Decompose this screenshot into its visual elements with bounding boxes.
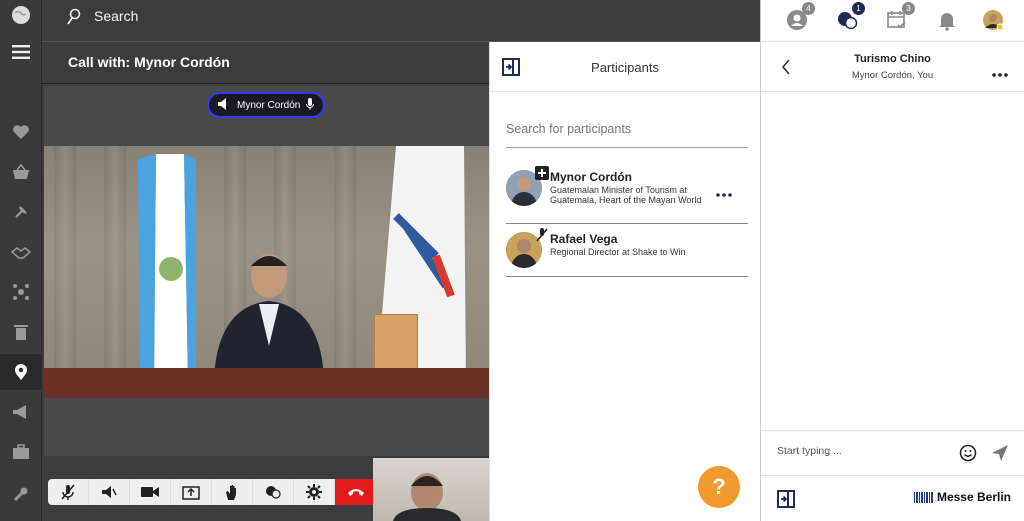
briefcase-icon[interactable] [0, 434, 42, 470]
speaker-person-image [214, 254, 324, 376]
chat-button[interactable] [253, 479, 294, 505]
search-input[interactable]: Search [94, 8, 138, 24]
mute-microphone-button[interactable] [48, 479, 89, 505]
participants-title: Participants [591, 60, 659, 75]
chat-count-badge: 1 [852, 2, 865, 15]
self-view-video [373, 458, 489, 521]
search-icon[interactable] [66, 8, 82, 31]
network-icon[interactable] [0, 274, 42, 310]
chat-subtitle: Mynor Cordón, You [851, 70, 934, 81]
location-icon[interactable] [0, 354, 42, 390]
desk-image [44, 368, 489, 398]
contacts-icon[interactable]: 4 [783, 2, 815, 34]
chat-compose: Start typing ... [761, 430, 1024, 475]
camera-button[interactable] [130, 479, 171, 505]
participant-role: Guatemalan Minister of Tourism at Guatem… [550, 185, 702, 205]
share-screen-button[interactable] [171, 479, 212, 505]
brand-logo: Messe Berlin [913, 490, 1011, 504]
chat-header: Turismo Chino Mynor Cordón, You [761, 42, 1024, 92]
call-title: Call with: Mynor Cordón [68, 54, 230, 70]
participants-search-input[interactable]: Search for participants [506, 118, 748, 148]
muted-microphone-icon [535, 228, 549, 242]
raise-hand-button[interactable] [212, 479, 253, 505]
emoji-icon[interactable] [959, 444, 977, 467]
speaker-button[interactable] [89, 479, 130, 505]
participant-name: Mynor Cordón [550, 170, 632, 184]
brand-name: Messe Berlin [936, 490, 1011, 504]
basket-icon[interactable] [0, 154, 42, 190]
more-options-icon[interactable] [716, 184, 732, 202]
message-input[interactable]: Start typing ... [777, 445, 842, 457]
send-icon[interactable] [991, 444, 1009, 467]
notifications-bar: 4 1 3 [760, 0, 1024, 42]
active-speaker-name: Mynor Cordón [237, 99, 301, 111]
megaphone-icon[interactable] [0, 394, 42, 430]
brand-bars-icon [913, 491, 933, 503]
chat-title: Turismo Chino [854, 53, 931, 65]
participant-row[interactable]: Rafael Vega Regional Director at Shake t… [506, 224, 748, 277]
microphone-icon [306, 97, 315, 113]
participants-header: Participants [490, 42, 760, 92]
participant-name: Rafael Vega [550, 232, 618, 246]
settings-button[interactable] [294, 479, 335, 505]
collapse-panel-icon[interactable] [777, 490, 795, 513]
top-search-bar: Search [42, 0, 760, 42]
flag-image [138, 154, 196, 384]
hang-up-button[interactable] [335, 479, 376, 505]
heart-icon[interactable] [0, 114, 42, 150]
user-avatar[interactable] [979, 6, 1007, 34]
chat-panel: Turismo Chino Mynor Cordón, You Start ty… [760, 42, 1024, 521]
participant-row[interactable]: Mynor Cordón Guatemalan Minister of Tour… [506, 162, 748, 224]
call-controls-bar [44, 458, 489, 521]
chat-footer: Messe Berlin [761, 475, 1024, 521]
video-scene [44, 146, 489, 398]
call-header: Call with: Mynor Cordón [42, 42, 489, 84]
more-options-icon[interactable] [992, 64, 1008, 82]
main-video: Mynor Cordón [44, 86, 489, 456]
wrench-icon[interactable] [0, 476, 42, 512]
speaker-icon [217, 97, 231, 113]
chat-notifications-icon[interactable]: 1 [833, 2, 865, 34]
trash-icon[interactable] [0, 314, 42, 350]
calendar-count-badge: 3 [902, 2, 915, 15]
participants-panel: Participants Search for participants Myn… [489, 42, 760, 521]
host-badge-icon [535, 166, 549, 180]
pin-icon[interactable] [0, 194, 42, 230]
handshake-icon[interactable] [0, 234, 42, 270]
calendar-icon[interactable]: 3 [883, 2, 915, 34]
menu-icon[interactable] [0, 34, 42, 70]
left-nav-rail [0, 0, 42, 521]
contacts-count-badge: 4 [802, 2, 815, 15]
help-button[interactable]: ? [698, 466, 740, 508]
active-speaker-pill: Mynor Cordón [207, 92, 325, 118]
bell-icon[interactable] [933, 6, 961, 34]
globe-icon[interactable] [0, 0, 42, 30]
participant-role: Regional Director at Shake to Win [550, 247, 686, 257]
